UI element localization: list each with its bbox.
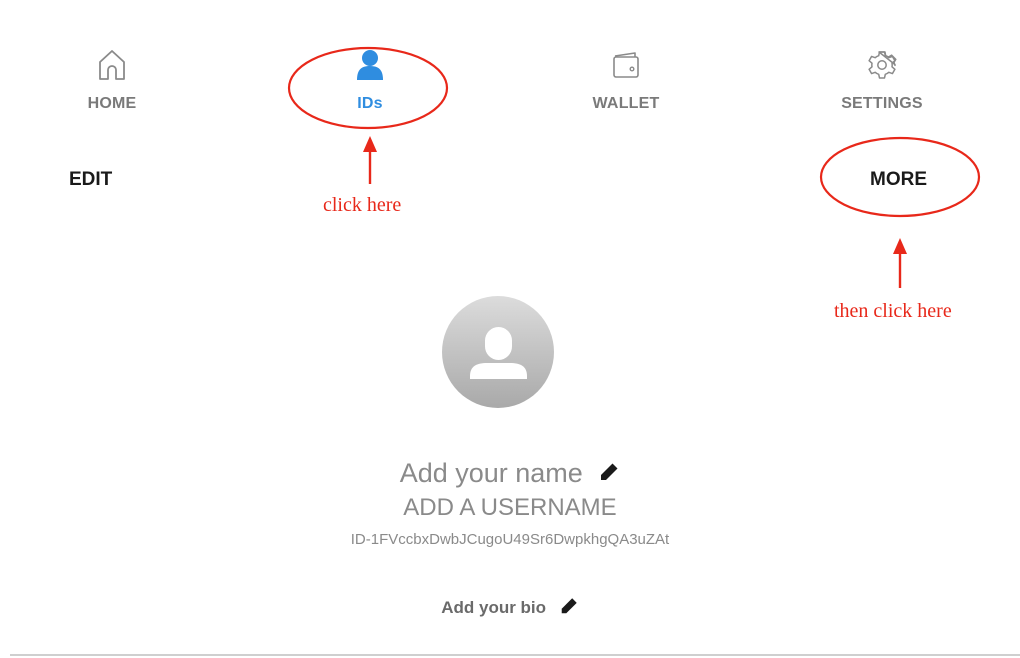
- profile-bio[interactable]: Add your bio: [441, 598, 546, 617]
- wallet-icon: [609, 48, 643, 82]
- nav-label-home: HOME: [87, 95, 137, 112]
- nav-label-wallet: WALLET: [592, 95, 660, 112]
- nav-tab-home[interactable]: HOME: [42, 48, 182, 128]
- annotation-arrow-more: [893, 238, 907, 288]
- profile-id: ID-1FVccbxDwbJCugoU49Sr6DwpkhgQA3uZAt: [350, 531, 670, 548]
- pencil-icon[interactable]: [559, 596, 579, 621]
- annotation-arrow-ids: [363, 136, 377, 184]
- profile-name[interactable]: Add your name: [400, 458, 583, 488]
- edit-button[interactable]: EDIT: [69, 169, 112, 191]
- nav-label-settings: SETTINGS: [841, 95, 923, 112]
- annotation-then-click-here: then click here: [834, 300, 952, 322]
- pencil-icon[interactable]: [598, 459, 620, 490]
- nav-label-ids: IDs: [357, 95, 383, 112]
- home-icon: [95, 48, 129, 82]
- user-icon: [470, 327, 527, 379]
- annotation-click-here: click here: [323, 194, 402, 216]
- gear-icon: [865, 48, 899, 82]
- nav-tab-ids[interactable]: IDs: [300, 48, 440, 128]
- avatar[interactable]: [442, 296, 554, 408]
- profile-name-row: Add your name: [0, 458, 1020, 490]
- bottom-divider: [10, 654, 1020, 656]
- more-button[interactable]: MORE: [870, 169, 927, 191]
- profile-bio-row: Add your bio: [0, 596, 1020, 621]
- profile-username[interactable]: ADD A USERNAME: [0, 494, 1020, 522]
- user-icon: [353, 48, 387, 82]
- nav-tab-wallet[interactable]: WALLET: [556, 48, 696, 128]
- nav-tab-settings[interactable]: SETTINGS: [812, 48, 952, 128]
- page: HOME IDs WALLET SETTINGS EDIT MORE click…: [0, 0, 1020, 658]
